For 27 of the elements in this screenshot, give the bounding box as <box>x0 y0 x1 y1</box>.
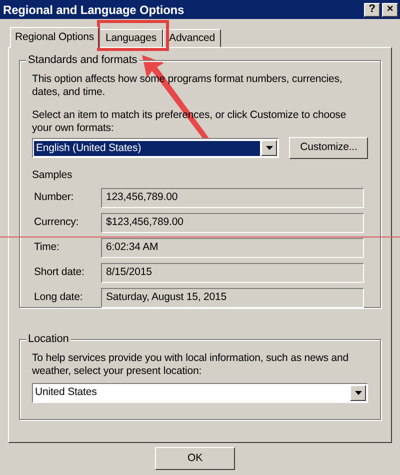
sample-label: Short date: <box>33 264 86 280</box>
format-dropdown[interactable]: English (United States) <box>32 138 280 158</box>
sample-label: Long date: <box>33 290 84 305</box>
tab[interactable]: Languages <box>99 29 163 47</box>
samples-heading: Samples <box>32 168 74 183</box>
location-dropdown[interactable]: United States <box>32 383 368 403</box>
sample-value-field: 6:02:34 AM <box>101 238 364 258</box>
ok-button[interactable]: OK <box>155 447 235 470</box>
caret-icon <box>266 146 273 150</box>
sample-label: Time: <box>33 240 60 255</box>
tab[interactable]: Advanced <box>163 29 221 47</box>
close-button[interactable]: × <box>382 2 398 16</box>
location-description: To help services provide you with local information, such as news and weather, select your present location: <box>32 352 350 378</box>
sample-value-field: 8/15/2015 <box>101 262 364 283</box>
sample-value-field: $123,456,789.00 <box>101 212 364 233</box>
tab[interactable]: Regional Options <box>10 27 99 48</box>
dropdown-arrow-button[interactable] <box>261 140 278 156</box>
highlight-rectangle <box>97 20 169 51</box>
dropdown-arrow-button[interactable] <box>350 385 366 401</box>
customize-button[interactable]: Customize... <box>289 137 368 159</box>
help-button[interactable]: ? <box>364 2 380 16</box>
window-title: Regional and Language Options <box>3 2 184 18</box>
sample-value-field: Saturday, August 15, 2015 <box>101 288 364 308</box>
sample-label: Currency: <box>33 214 80 230</box>
sample-label: Number: <box>33 190 75 205</box>
caret-icon <box>354 391 362 395</box>
sample-value-field: 123,456,789.00 <box>101 188 364 208</box>
